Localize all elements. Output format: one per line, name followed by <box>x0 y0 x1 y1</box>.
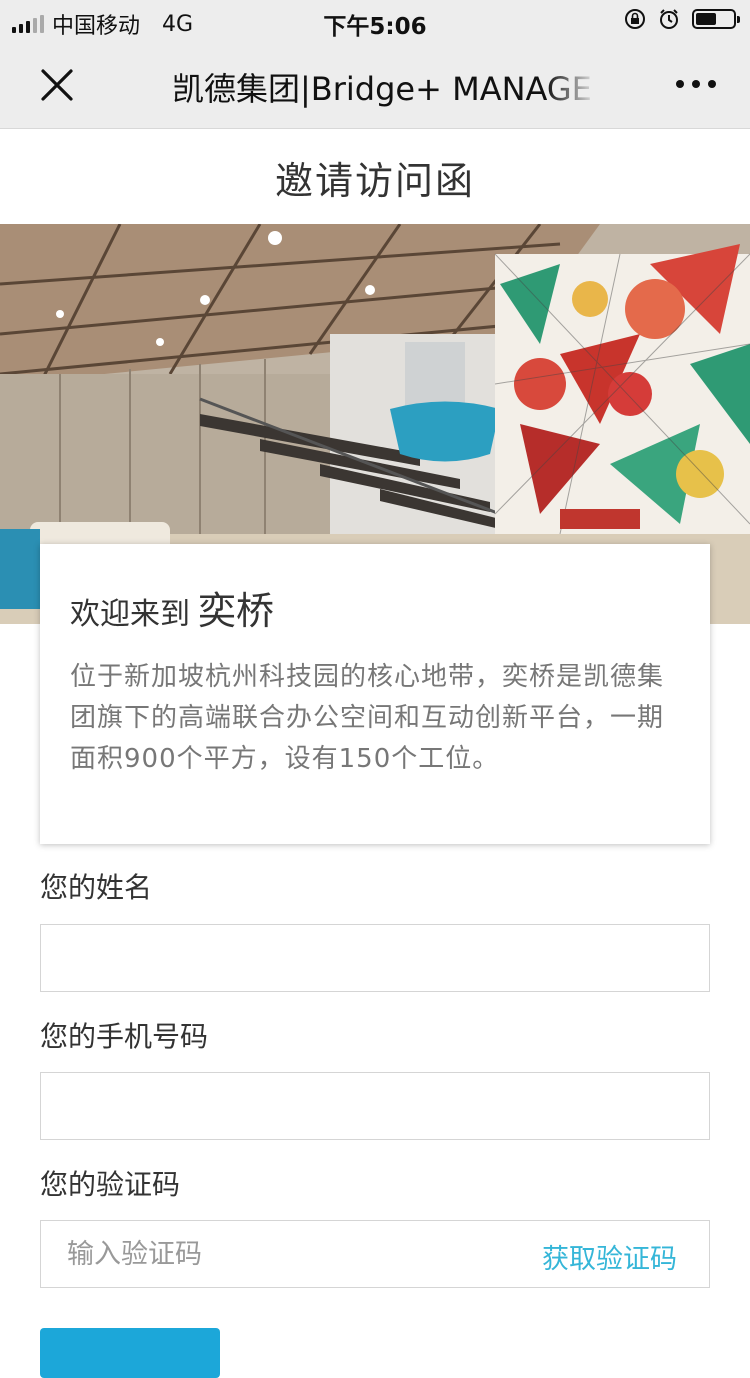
welcome-card: 欢迎来到 奕桥 位于新加坡杭州科技园的核心地带，奕桥是凯德集团旗下的高端联合办公… <box>40 544 710 844</box>
phone-field[interactable] <box>40 1072 710 1140</box>
battery-icon <box>692 9 740 29</box>
alarm-icon <box>660 9 678 29</box>
welcome-name: 奕桥 <box>198 589 275 633</box>
code-input[interactable] <box>41 1221 511 1287</box>
get-code-button[interactable]: 获取验证码 <box>542 1237 677 1276</box>
code-label: 您的验证码 <box>40 1168 181 1201</box>
close-icon[interactable] <box>34 62 80 108</box>
welcome-heading: 欢迎来到 奕桥 <box>70 580 680 635</box>
welcome-description: 位于新加坡杭州科技园的核心地带，奕桥是凯德集团旗下的高端联合办公空间和互动创新平… <box>70 662 665 774</box>
name-field[interactable] <box>40 924 710 992</box>
page-title: 邀请访问函 <box>274 159 475 203</box>
phone-input[interactable] <box>41 1073 709 1139</box>
name-label: 您的姓名 <box>40 871 153 904</box>
nav-bar: 凯德集团|Bridge+ MANAGE <box>0 42 750 129</box>
status-right <box>624 8 740 30</box>
code-field[interactable]: 获取验证码 <box>40 1220 710 1288</box>
welcome-prefix: 欢迎来到 <box>70 597 190 632</box>
more-icon[interactable] <box>676 80 716 88</box>
orientation-lock-icon <box>625 9 645 29</box>
name-input[interactable] <box>41 925 709 991</box>
submit-button[interactable] <box>40 1328 220 1378</box>
phone-label: 您的手机号码 <box>40 1020 209 1053</box>
nav-title: 凯德集团|Bridge+ MANAGE <box>172 70 592 108</box>
status-bar: 中国移动 4G 下午5:06 <box>0 0 750 42</box>
